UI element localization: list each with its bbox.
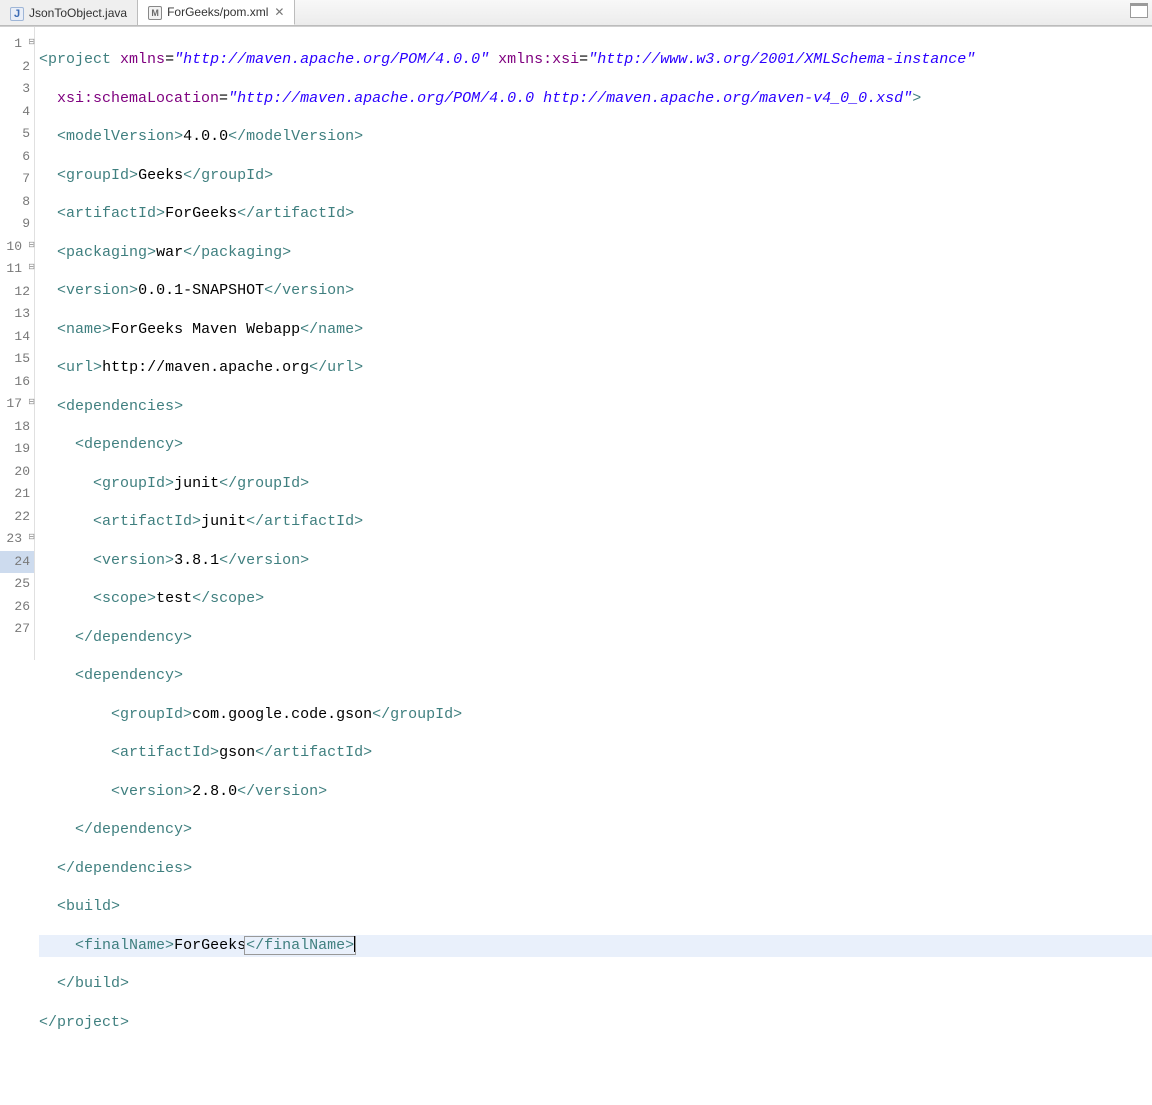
minimize-icon[interactable] xyxy=(1130,3,1148,18)
line-number[interactable]: 9 xyxy=(0,213,34,236)
line-number[interactable]: 15 xyxy=(0,348,34,371)
line-number[interactable]: 11⊟ xyxy=(0,258,34,281)
line-number-gutter[interactable]: 1⊟2345678910⊟11⊟121314151617⊟18192021222… xyxy=(0,27,35,660)
code-line: <version>0.0.1-SNAPSHOT</version> xyxy=(39,280,1152,303)
line-number[interactable]: 27 xyxy=(0,618,34,641)
line-number[interactable]: 3 xyxy=(0,78,34,101)
tab-pom-xml[interactable]: ForGeeks/pom.xml ✕ xyxy=(138,0,295,25)
line-number[interactable]: 20 xyxy=(0,461,34,484)
code-line: <packaging>war</packaging> xyxy=(39,242,1152,265)
fold-toggle-icon[interactable]: ⊟ xyxy=(28,39,35,47)
line-number[interactable]: 14 xyxy=(0,326,34,349)
code-line: <name>ForGeeks Maven Webapp</name> xyxy=(39,319,1152,342)
line-number[interactable]: 24 xyxy=(0,551,34,574)
code-line: </dependency> xyxy=(39,819,1152,842)
line-number[interactable]: 13 xyxy=(0,303,34,326)
line-number[interactable]: 23⊟ xyxy=(0,528,34,551)
code-line: <project xmlns="http://maven.apache.org/… xyxy=(39,49,1152,72)
line-number[interactable]: 7 xyxy=(0,168,34,191)
editor-window-controls xyxy=(1130,3,1148,18)
fold-toggle-icon[interactable]: ⊟ xyxy=(28,534,35,542)
code-line: <version>2.8.0</version> xyxy=(39,781,1152,804)
code-line xyxy=(39,1050,1152,1073)
code-line: <dependency> xyxy=(39,434,1152,457)
code-line-current: <finalName>ForGeeks</finalName> xyxy=(39,935,1152,958)
code-line: <scope>test</scope> xyxy=(39,588,1152,611)
code-line: </build> xyxy=(39,973,1152,996)
line-number[interactable]: 17⊟ xyxy=(0,393,34,416)
code-line: <groupId>junit</groupId> xyxy=(39,473,1152,496)
tab-label: ForGeeks/pom.xml xyxy=(167,5,268,19)
maven-file-icon xyxy=(148,5,162,19)
line-number[interactable]: 8 xyxy=(0,191,34,214)
fold-toggle-icon[interactable]: ⊟ xyxy=(28,264,35,272)
line-number[interactable]: 10⊟ xyxy=(0,236,34,259)
line-number[interactable]: 19 xyxy=(0,438,34,461)
line-number[interactable]: 18 xyxy=(0,416,34,439)
java-file-icon xyxy=(10,6,24,20)
code-line: <url>http://maven.apache.org</url> xyxy=(39,357,1152,380)
code-line: </project> xyxy=(39,1012,1152,1035)
text-caret xyxy=(354,936,355,952)
code-line: <dependencies> xyxy=(39,396,1152,419)
line-number[interactable]: 5 xyxy=(0,123,34,146)
code-area[interactable]: <project xmlns="http://maven.apache.org/… xyxy=(35,27,1152,660)
line-number[interactable]: 22 xyxy=(0,506,34,529)
code-editor[interactable]: 1⊟2345678910⊟11⊟121314151617⊟18192021222… xyxy=(0,26,1152,660)
tab-json-to-object[interactable]: JsonToObject.java xyxy=(0,0,138,25)
line-number[interactable]: 4 xyxy=(0,101,34,124)
code-line: <artifactId>ForGeeks</artifactId> xyxy=(39,203,1152,226)
code-line: <build> xyxy=(39,896,1152,919)
line-number[interactable]: 2 xyxy=(0,56,34,79)
editor-tab-bar: JsonToObject.java ForGeeks/pom.xml ✕ xyxy=(0,0,1152,26)
line-number[interactable]: 12 xyxy=(0,281,34,304)
code-line: <dependency> xyxy=(39,665,1152,688)
code-line: <modelVersion>4.0.0</modelVersion> xyxy=(39,126,1152,149)
code-line: <artifactId>junit</artifactId> xyxy=(39,511,1152,534)
code-line: <version>3.8.1</version> xyxy=(39,550,1152,573)
code-line: xsi:schemaLocation="http://maven.apache.… xyxy=(39,88,1152,111)
line-number[interactable]: 26 xyxy=(0,596,34,619)
line-number[interactable]: 16 xyxy=(0,371,34,394)
line-number[interactable]: 6 xyxy=(0,146,34,169)
code-line: </dependencies> xyxy=(39,858,1152,881)
code-line: <artifactId>gson</artifactId> xyxy=(39,742,1152,765)
code-line: </dependency> xyxy=(39,627,1152,650)
code-line: <groupId>Geeks</groupId> xyxy=(39,165,1152,188)
fold-toggle-icon[interactable]: ⊟ xyxy=(28,399,35,407)
tab-label: JsonToObject.java xyxy=(29,6,127,20)
close-tab-button[interactable]: ✕ xyxy=(274,5,284,19)
fold-toggle-icon[interactable]: ⊟ xyxy=(28,242,35,250)
line-number[interactable]: 25 xyxy=(0,573,34,596)
line-number[interactable]: 21 xyxy=(0,483,34,506)
line-number[interactable]: 1⊟ xyxy=(0,33,34,56)
code-line: <groupId>com.google.code.gson</groupId> xyxy=(39,704,1152,727)
